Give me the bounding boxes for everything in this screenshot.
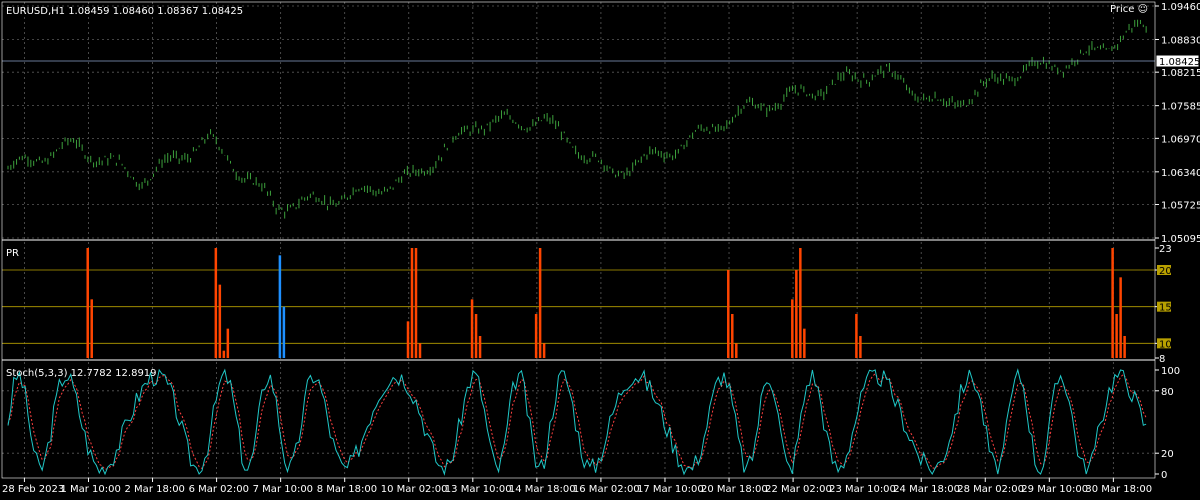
price-axis-label: 1.07585	[1161, 102, 1200, 113]
pr-axis-label: 20	[1159, 266, 1172, 277]
pr-bar	[534, 314, 538, 358]
pr-axis-label: 15	[1159, 303, 1172, 314]
price-button-label: Price	[1110, 4, 1135, 15]
stoch-axis-label: 0	[1161, 470, 1167, 481]
pr-pane-label: PR	[6, 248, 19, 259]
pr-bar	[1115, 314, 1118, 358]
price-axis-label: 1.09460	[1161, 2, 1200, 13]
current-price-label: 1.08425	[1159, 57, 1200, 68]
pr-bars	[86, 248, 1126, 358]
stoch-level-lines	[2, 390, 1155, 454]
pr-bar	[799, 248, 802, 358]
time-axis-label: 30 Mar 18:00	[1085, 484, 1152, 495]
symbol-header: EURUSD,H1 1.08459 1.08460 1.08367 1.0842…	[6, 6, 243, 17]
pr-bar	[470, 299, 474, 358]
stoch-axis-label: 80	[1161, 387, 1174, 398]
price-candles	[7, 19, 1147, 219]
pr-bar	[410, 248, 414, 358]
time-axis-label: 23 Mar 10:00	[829, 484, 896, 495]
stoch-main-line	[7, 368, 1147, 476]
pane-separators[interactable]	[2, 239, 1155, 361]
time-axis-label: 8 Mar 18:00	[317, 484, 377, 495]
pr-bar	[474, 314, 478, 358]
price-button[interactable]: Price ☺	[1110, 4, 1148, 15]
time-axis-label: 17 Mar 10:00	[637, 484, 704, 495]
pr-bar	[218, 284, 222, 358]
pr-axis-label: 10	[1159, 339, 1172, 350]
pr-bar	[406, 321, 410, 358]
pr-bar	[791, 299, 794, 358]
stoch-axis-label: 100	[1161, 366, 1180, 377]
time-axis-label: 22 Mar 02:00	[765, 484, 832, 495]
stochastic-pane[interactable]	[2, 368, 1155, 476]
pr-axis-label: 23	[1159, 244, 1172, 255]
time-axis-label: 24 Mar 18:00	[893, 484, 960, 495]
time-axis-label: 29 Mar 10:00	[1021, 484, 1088, 495]
time-axis-label: 16 Mar 02:00	[573, 484, 640, 495]
pr-bar	[731, 314, 734, 358]
stoch-axis-label: 20	[1161, 449, 1174, 460]
price-axis[interactable]: 1.09460 1.08830 1.08215 1.07585 1.06970 1.063…	[1155, 2, 1200, 481]
time-axis-label: 20 Mar 18:00	[701, 484, 768, 495]
pr-bar	[226, 328, 230, 358]
pr-bar	[278, 255, 282, 358]
pr-bar	[727, 270, 730, 358]
time-axis-label: 7 Mar 10:00	[253, 484, 313, 495]
pr-bar	[795, 270, 798, 358]
time-axis-label: 14 Mar 18:00	[509, 484, 576, 495]
pr-bar	[542, 343, 546, 358]
pr-bar	[538, 248, 542, 358]
time-axis-label: 6 Mar 02:00	[189, 484, 249, 495]
pr-bar	[282, 306, 286, 358]
pr-bar	[1111, 248, 1114, 358]
smiley-icon: ☺	[1137, 4, 1149, 15]
time-axis-label: 28 Mar 02:00	[957, 484, 1024, 495]
time-axis[interactable]: 28 Feb 20231 Mar 10:00 2 Mar 18:00 6 Mar 0…	[2, 478, 1152, 495]
price-axis-label: 1.05725	[1161, 201, 1200, 212]
pr-axis-label: 8	[1159, 354, 1165, 365]
time-axis-label: 2 Mar 18:00	[125, 484, 185, 495]
price-pane[interactable]	[2, 19, 1155, 219]
pr-bar	[478, 336, 482, 358]
price-axis-label: 1.08830	[1161, 35, 1200, 46]
stoch-pane-label: Stoch(5,3,3) 12.7782 12.8919	[6, 368, 157, 379]
pr-bar	[735, 343, 738, 358]
time-axis-label: 13 Mar 10:00	[445, 484, 512, 495]
pr-bar	[214, 248, 218, 358]
time-axis-label: 10 Mar 02:00	[381, 484, 448, 495]
pr-bar	[1123, 336, 1126, 358]
price-axis-label: 1.06340	[1161, 168, 1200, 179]
pr-bar	[803, 328, 806, 358]
time-axis-label: 1 Mar 10:00	[60, 484, 120, 495]
price-axis-label: 1.08215	[1161, 68, 1200, 79]
time-axis-label: 28 Feb 2023	[2, 484, 64, 495]
trading-chart[interactable]: 1.09460 1.08830 1.08215 1.07585 1.06970 1.063…	[0, 0, 1200, 500]
pr-bar	[418, 343, 422, 358]
price-axis-label: 1.06970	[1161, 134, 1200, 145]
pr-level-lines	[2, 269, 1155, 344]
pr-bar	[1119, 277, 1122, 358]
pr-bar	[222, 350, 226, 358]
pr-bar	[86, 248, 89, 358]
pr-indicator-pane[interactable]	[2, 248, 1155, 358]
pr-bar	[855, 314, 858, 358]
pr-bar	[859, 336, 862, 358]
pr-bar	[414, 248, 418, 358]
stoch-signal-line	[7, 372, 1147, 471]
current-price-tag: 1.08425	[1155, 54, 1200, 68]
pr-bar	[90, 299, 93, 358]
